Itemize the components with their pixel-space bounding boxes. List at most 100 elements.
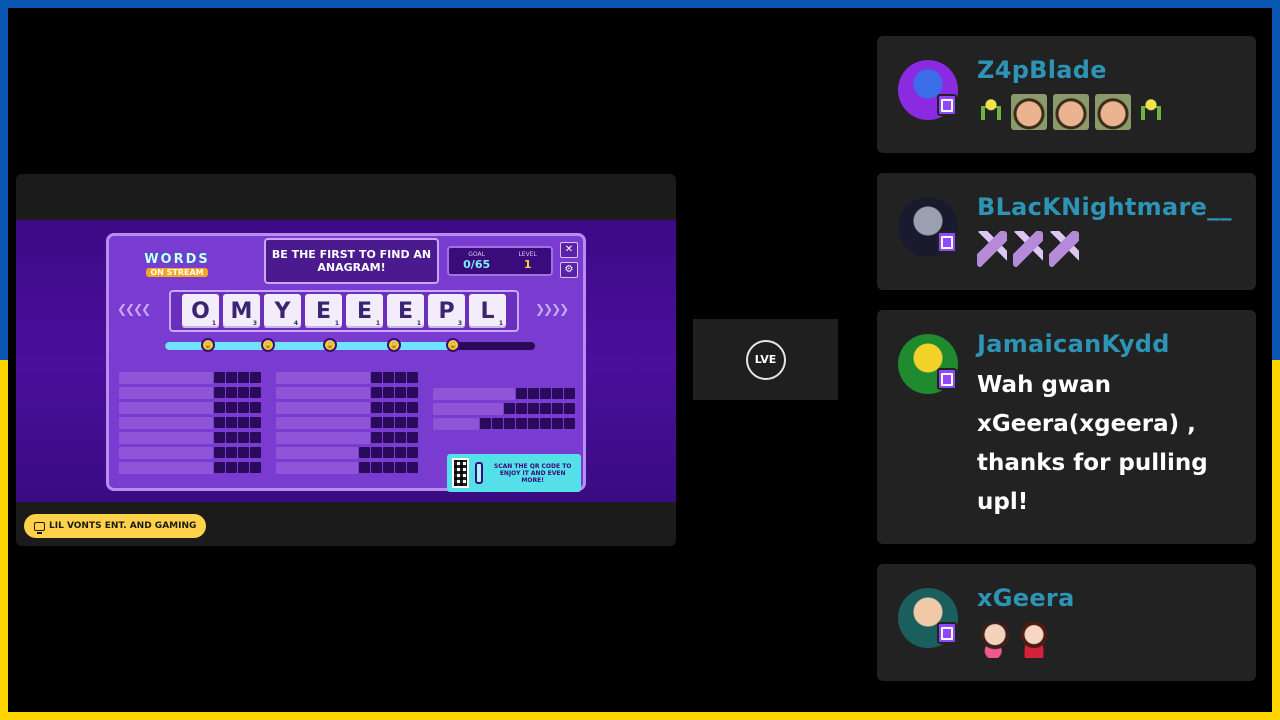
figure-emote-icon bbox=[977, 94, 1005, 130]
word-slot-row bbox=[119, 460, 261, 475]
chat-message: Z4pBlade bbox=[877, 36, 1256, 153]
tile-letter: O bbox=[191, 298, 210, 324]
letter-tiles-row: O1M3Y4E1E1E1P3L1 bbox=[169, 290, 519, 332]
letter-tile: O1 bbox=[182, 294, 219, 328]
qr-promo-text: SCAN THE QR CODE TO ENJOY IT AND EVEN MO… bbox=[493, 462, 572, 484]
word-slot-row bbox=[433, 416, 575, 431]
lock-icon: 🔒 bbox=[387, 338, 401, 352]
hand-emote-icon bbox=[977, 231, 1007, 267]
word-slot-row bbox=[119, 400, 261, 415]
word-slot-row bbox=[119, 370, 261, 385]
chat-username: Z4pBlade bbox=[977, 56, 1107, 84]
game-area: WORDS ON STREAM BE THE FIRST TO FIND AN … bbox=[16, 220, 676, 502]
word-slots-column-2 bbox=[276, 370, 418, 475]
qr-code-icon bbox=[452, 458, 470, 488]
word-slot-row bbox=[276, 385, 418, 400]
tile-points: 1 bbox=[498, 320, 503, 327]
lock-icon: 🔒 bbox=[261, 338, 275, 352]
figure-emote-icon bbox=[1137, 94, 1165, 130]
channel-name: LIL VONTS ENT. AND GAMING bbox=[49, 521, 197, 531]
word-slot-row bbox=[276, 400, 418, 415]
word-slot-row bbox=[433, 401, 575, 416]
tile-points: 1 bbox=[375, 320, 380, 327]
word-slot-row bbox=[119, 415, 261, 430]
settings-icon[interactable]: ⚙ bbox=[560, 262, 578, 278]
twitch-icon bbox=[937, 94, 957, 116]
tile-points: 1 bbox=[416, 320, 421, 327]
logo-stream-text: ON STREAM bbox=[146, 267, 208, 277]
tile-points: 4 bbox=[293, 320, 298, 327]
chat-message: JamaicanKydd Wah gwan xGeera(xgeera) , t… bbox=[877, 310, 1256, 544]
chat-message: xGeera bbox=[877, 564, 1256, 681]
hand-emote-icon bbox=[1049, 231, 1079, 267]
tile-letter: E bbox=[315, 298, 332, 324]
word-slots-column-3 bbox=[433, 386, 575, 431]
letter-tile: P3 bbox=[428, 294, 465, 328]
live-badge: LVE bbox=[745, 339, 786, 380]
chat-message: BLacKNightmare__ bbox=[877, 173, 1256, 290]
goal-value: 0/65 bbox=[463, 258, 491, 271]
kiss-emote-icon bbox=[977, 622, 1013, 658]
chat-username: BLacKNightmare__ bbox=[977, 193, 1232, 221]
word-slots-column-1 bbox=[119, 370, 261, 475]
right-arrows-icon: ❯❯❯❯ bbox=[535, 302, 569, 316]
word-slot-row bbox=[276, 370, 418, 385]
letter-tile: E1 bbox=[346, 294, 383, 328]
game-board: WORDS ON STREAM BE THE FIRST TO FIND AN … bbox=[106, 233, 586, 492]
word-slot-row bbox=[119, 385, 261, 400]
word-slot-row bbox=[119, 430, 261, 445]
word-slot-row bbox=[276, 460, 418, 475]
tile-points: 3 bbox=[457, 320, 462, 327]
stream-overlay: WORDS ON STREAM BE THE FIRST TO FIND AN … bbox=[8, 8, 1272, 712]
tile-letter: E bbox=[397, 298, 414, 324]
tv-icon bbox=[34, 521, 45, 534]
letter-tile: M3 bbox=[223, 294, 260, 328]
chibi-emote-icon bbox=[1019, 622, 1049, 658]
tile-letter: L bbox=[480, 298, 495, 324]
tile-points: 3 bbox=[252, 320, 257, 327]
tile-letter: M bbox=[230, 298, 253, 324]
chat-username: xGeera bbox=[977, 584, 1075, 612]
qr-promo[interactable]: SCAN THE QR CODE TO ENJOY IT AND EVEN MO… bbox=[447, 454, 581, 492]
left-arrows-icon: ❮❮❮❮ bbox=[117, 302, 151, 316]
emote-list bbox=[977, 622, 1049, 658]
emote-list bbox=[977, 231, 1079, 267]
tile-points: 1 bbox=[211, 320, 216, 327]
word-slot-row bbox=[276, 415, 418, 430]
lock-icon: 🔒 bbox=[446, 338, 460, 352]
level-label: LEVEL bbox=[518, 251, 537, 258]
logo-words-text: WORDS bbox=[144, 251, 210, 267]
twitch-icon bbox=[937, 622, 957, 644]
face-emote-icon bbox=[1011, 94, 1047, 130]
game-card: WORDS ON STREAM BE THE FIRST TO FIND AN … bbox=[16, 174, 676, 546]
level-column: LEVEL 1 bbox=[518, 251, 536, 271]
word-slot-row bbox=[276, 430, 418, 445]
word-slot-row bbox=[276, 445, 418, 460]
face-emote-icon bbox=[1095, 94, 1131, 130]
emote-list bbox=[977, 94, 1165, 130]
twitch-icon bbox=[937, 231, 957, 253]
face-emote-icon bbox=[1053, 94, 1089, 130]
chat-username: JamaicanKydd bbox=[977, 330, 1170, 358]
lock-icon: 🔒 bbox=[323, 338, 337, 352]
twitch-icon bbox=[937, 368, 957, 390]
tile-points: 1 bbox=[334, 320, 339, 327]
word-slot-row bbox=[433, 386, 575, 401]
live-indicator-box: LVE bbox=[693, 319, 838, 400]
tile-letter: Y bbox=[274, 298, 291, 324]
hand-emote-icon bbox=[1013, 231, 1043, 267]
tile-letter: E bbox=[356, 298, 373, 324]
letter-tile: Y4 bbox=[264, 294, 301, 328]
goal-label: GOAL bbox=[468, 251, 485, 258]
letter-tile: E1 bbox=[305, 294, 342, 328]
goal-level-box: GOAL 0/65 LEVEL 1 bbox=[447, 246, 553, 276]
channel-name-pill[interactable]: LIL VONTS ENT. AND GAMING bbox=[24, 514, 207, 538]
progress-bar bbox=[165, 342, 535, 350]
letter-tile: E1 bbox=[387, 294, 424, 328]
close-icon[interactable]: ✕ bbox=[560, 242, 578, 258]
goal-column: GOAL 0/65 bbox=[463, 251, 490, 271]
words-on-stream-logo: WORDS ON STREAM bbox=[137, 244, 217, 284]
word-slot-row bbox=[119, 445, 261, 460]
lock-icon: 🔒 bbox=[201, 338, 215, 352]
anagram-prompt: BE THE FIRST TO FIND AN ANAGRAM! bbox=[264, 238, 439, 284]
